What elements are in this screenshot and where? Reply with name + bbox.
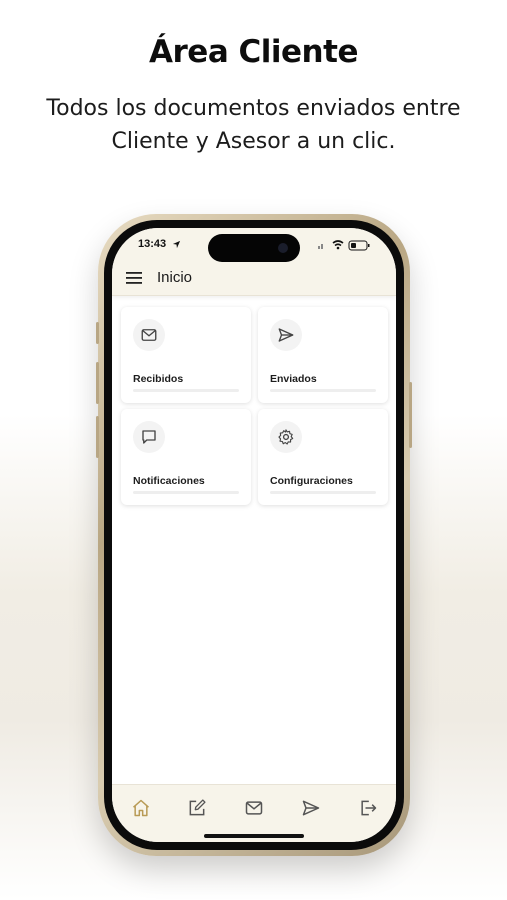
edit-icon [189,799,206,816]
card-icon-circle [133,421,165,453]
dynamic-island [208,234,300,262]
hamburger-menu-icon[interactable] [126,272,142,284]
card-notificaciones[interactable]: Notificaciones [121,409,251,505]
phone-power-button [409,382,412,448]
nav-edit[interactable] [184,795,210,821]
nav-home[interactable] [128,795,154,821]
card-label: Enviados [270,373,317,385]
send-icon [302,800,320,816]
card-label: Configuraciones [270,475,353,487]
card-icon-circle [133,319,165,351]
promo-title: Área Cliente [149,34,358,70]
card-recibidos[interactable]: Recibidos [121,307,251,403]
nav-mail[interactable] [241,795,267,821]
card-label: Recibidos [133,373,184,385]
phone-volume-up-button [96,362,99,404]
nav-logout[interactable] [355,795,381,821]
send-icon [278,328,294,342]
app-header: 13:43 Inicio [112,228,396,296]
wifi-icon [332,240,344,250]
card-divider [133,389,239,392]
battery-icon [348,240,370,251]
card-divider [270,491,376,494]
phone-volume-down-button [96,416,99,458]
front-camera [278,243,288,253]
nav-send[interactable] [298,795,324,821]
home-icon [133,799,149,817]
card-configuraciones[interactable]: Configuraciones [258,409,388,505]
home-indicator[interactable] [204,834,304,838]
card-icon-circle [270,421,302,453]
promo-subtitle: Todos los documentos enviados entre Clie… [46,96,461,154]
card-icon-circle [270,319,302,351]
signal-icon [318,244,323,249]
gear-icon [278,429,294,445]
mail-icon [141,329,157,341]
status-icons [318,240,370,251]
logout-icon [361,800,377,816]
phone-side-button [96,322,99,344]
location-arrow-icon [172,240,181,249]
chat-bubble-icon [142,430,156,444]
mail-icon [245,801,263,815]
app-screen: 13:43 Inicio Recibidos Enviados Notifica… [112,228,396,842]
card-label: Notificaciones [133,475,205,487]
card-divider [133,491,239,494]
status-time: 13:43 [138,238,167,250]
page-title: Inicio [157,269,193,286]
card-divider [270,389,376,392]
card-enviados[interactable]: Enviados [258,307,388,403]
